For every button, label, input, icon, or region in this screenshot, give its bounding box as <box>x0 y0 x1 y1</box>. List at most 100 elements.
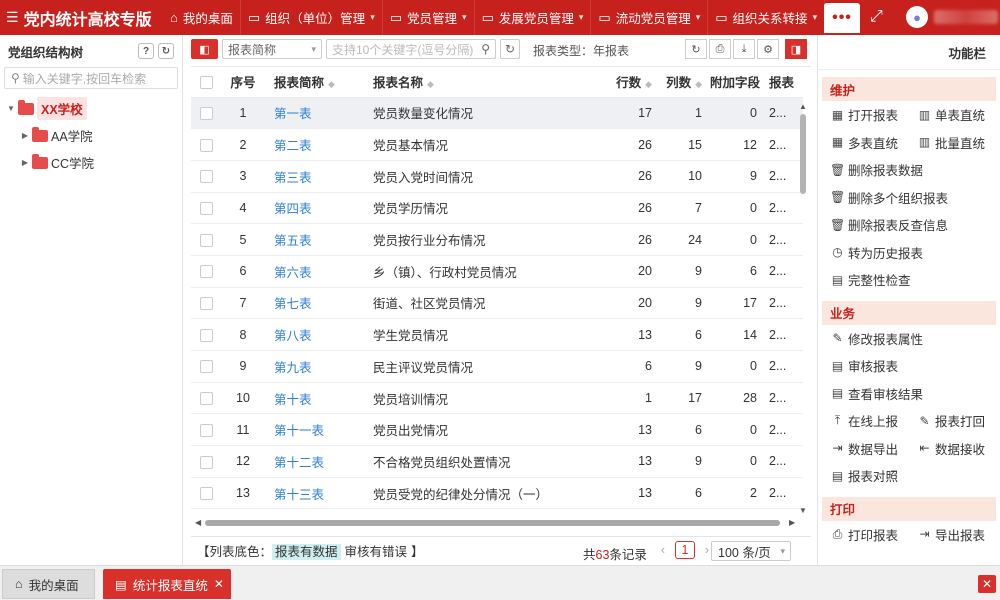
action-import[interactable]: ⇤ 数据接收 <box>909 435 996 463</box>
download-button[interactable]: ⤓ <box>733 39 755 59</box>
caret-down-icon[interactable]: ▼ <box>4 104 18 113</box>
prev-page-icon[interactable]: ‹ <box>655 541 671 559</box>
row-checkbox[interactable] <box>191 192 221 225</box>
row-checkbox[interactable] <box>191 445 221 478</box>
cell-abbr-link[interactable]: 第十三表 <box>265 477 365 510</box>
action-edit[interactable]: ✎ 修改报表属性 <box>822 325 996 353</box>
action-checklist[interactable]: ▤ 完整性检查 <box>822 266 996 294</box>
tab-report-direct-stats[interactable]: ▤ 统计报表直统 ✕ <box>103 569 231 599</box>
scroll-left-icon[interactable]: ◀ <box>195 518 201 527</box>
cell-abbr-link[interactable]: 第七表 <box>265 287 365 320</box>
preview-button[interactable]: ⎙ <box>709 39 731 59</box>
horizontal-scroll-thumb[interactable] <box>205 520 780 526</box>
cell-abbr-link[interactable]: 第五表 <box>265 223 365 256</box>
row-checkbox[interactable] <box>191 413 221 447</box>
cell-abbr-link[interactable]: 第八表 <box>265 318 365 351</box>
action-audit-result[interactable]: ▤ 查看审核结果 <box>822 380 996 408</box>
col-header-cols[interactable]: 列数 ◆ <box>660 67 710 98</box>
collapse-left-button[interactable]: ◧ <box>191 39 218 59</box>
fullscreen-icon[interactable]: ⤢ <box>870 8 883 26</box>
vertical-scrollbar[interactable]: ▲ ▼ <box>799 102 807 526</box>
help-icon[interactable]: ? <box>138 43 154 59</box>
collapse-right-button[interactable]: ◨ <box>785 39 807 59</box>
report-link[interactable]: 第十二表 <box>274 456 324 470</box>
sort-icon[interactable]: ◆ <box>645 79 652 89</box>
row-checkbox[interactable] <box>191 318 221 351</box>
col-header-name[interactable]: 报表名称 ◆ <box>365 67 610 98</box>
table-row[interactable]: 2 第二表 党员基本情况 26 15 12 2... <box>191 128 803 161</box>
action-audit[interactable]: ▤ 审核报表 <box>822 352 996 380</box>
nav-item-org[interactable]: ▭ 组织（单位）管理 ▾ <box>241 0 383 35</box>
tree-node-root[interactable]: ▼ XX学校 <box>0 95 182 122</box>
cell-abbr-link[interactable]: 第十表 <box>265 382 365 415</box>
action-single-stat[interactable]: ▥ 单表直统 <box>909 101 996 129</box>
action-history[interactable]: ◷ 转为历史报表 <box>822 239 996 267</box>
row-checkbox[interactable] <box>191 160 221 193</box>
sort-icon[interactable]: ◆ <box>427 79 434 89</box>
user-menu[interactable]: ● <box>906 6 998 28</box>
table-row[interactable]: 7 第七表 街道、社区党员情况 20 9 17 2... <box>191 287 803 320</box>
report-link[interactable]: 第九表 <box>274 361 312 375</box>
avatar[interactable]: ● <box>906 6 928 28</box>
table-row[interactable]: 11 第十一表 党员出党情况 13 6 0 2... <box>191 413 803 447</box>
select-all-checkbox[interactable] <box>191 67 221 98</box>
action-trash[interactable]: 🗑 删除多个组织报表 <box>822 184 996 212</box>
row-checkbox[interactable] <box>191 350 221 383</box>
settings-button[interactable]: ⚙ <box>757 39 779 59</box>
nav-item-members[interactable]: ▭ 党员管理 ▾ <box>383 0 475 35</box>
report-link[interactable]: 第十表 <box>274 393 312 407</box>
table-row[interactable]: 12 第十二表 不合格党员组织处置情况 13 9 0 2... <box>191 445 803 478</box>
action-multi-table[interactable]: ▦ 多表直统 <box>822 129 909 157</box>
action-upload[interactable]: ⤒ 在线上报 <box>822 407 909 435</box>
row-checkbox[interactable] <box>191 382 221 415</box>
cell-abbr-link[interactable]: 第十一表 <box>265 413 365 447</box>
cell-abbr-link[interactable]: 第九表 <box>265 350 365 383</box>
app-brand[interactable]: ☰ 党内统计高校专版 <box>0 6 163 30</box>
sort-icon[interactable]: ◆ <box>328 79 335 89</box>
nav-item-desktop[interactable]: ⌂ 我的桌面 <box>163 0 241 35</box>
report-link[interactable]: 第十三表 <box>274 488 324 502</box>
refresh-icon[interactable]: ↻ <box>158 43 174 59</box>
col-header-abbr[interactable]: 报表简称 ◆ <box>265 67 365 98</box>
horizontal-scrollbar[interactable]: ◀ ▶ <box>195 518 807 528</box>
report-link[interactable]: 第八表 <box>274 329 312 343</box>
report-link[interactable]: 第五表 <box>274 234 312 248</box>
report-link[interactable]: 第三表 <box>274 171 312 185</box>
nav-item-mobile[interactable]: ▭ 流动党员管理 ▾ <box>591 0 709 35</box>
keyword-search-input[interactable]: 支持10个关键字(逗号分隔) ⚲ <box>326 39 496 59</box>
table-row[interactable]: 9 第九表 民主评议党员情况 6 9 0 2... <box>191 350 803 383</box>
tab-my-desktop[interactable]: ⌂ 我的桌面 <box>2 569 95 599</box>
scroll-down-icon[interactable]: ▼ <box>799 506 807 515</box>
action-export[interactable]: ⇥ 导出报表 <box>909 521 996 549</box>
table-row[interactable]: 4 第四表 党员学历情况 26 7 0 2... <box>191 192 803 225</box>
menu-icon[interactable]: ☰ <box>6 9 19 26</box>
report-link[interactable]: 第七表 <box>274 297 312 311</box>
more-menu-button[interactable]: ••• <box>824 3 860 33</box>
col-header-extra-fields[interactable]: 附加字段 <box>710 67 765 98</box>
row-checkbox[interactable] <box>191 477 221 510</box>
vertical-scroll-thumb[interactable] <box>800 114 806 194</box>
scroll-right-icon[interactable]: ▶ <box>789 518 795 527</box>
table-row[interactable]: 10 第十表 党员培训情况 1 17 28 2... <box>191 382 803 415</box>
row-checkbox[interactable] <box>191 97 221 130</box>
nav-item-transfer[interactable]: ▭ 组织关系转接 ▾ <box>708 0 826 35</box>
tree-node-aa[interactable]: ▶ AA学院 <box>0 122 182 149</box>
action-batch-stat[interactable]: ▥ 批量直统 <box>909 129 996 157</box>
table-row[interactable]: 6 第六表 乡（镇）、行政村党员情况 20 9 6 2... <box>191 255 803 288</box>
table-row[interactable]: 13 第十三表 党员受党的纪律处分情况（一） 13 6 2 2... <box>191 477 803 510</box>
report-link[interactable]: 第一表 <box>274 107 312 121</box>
caret-right-icon[interactable]: ▶ <box>18 158 32 167</box>
cell-abbr-link[interactable]: 第三表 <box>265 160 365 193</box>
report-link[interactable]: 第十一表 <box>274 424 324 438</box>
scroll-up-icon[interactable]: ▲ <box>799 102 807 111</box>
action-print[interactable]: ⎙ 打印报表 <box>822 521 909 549</box>
refresh-button[interactable]: ↻ <box>500 39 520 59</box>
action-compare[interactable]: ▤ 报表对照 <box>822 462 996 490</box>
nav-item-develop[interactable]: ▭ 发展党员管理 ▾ <box>475 0 592 35</box>
action-table[interactable]: ▦ 打开报表 <box>822 101 909 129</box>
current-page[interactable]: 1 <box>675 541 695 559</box>
close-tab-icon[interactable]: ✕ <box>214 577 224 591</box>
field-select[interactable]: 报表简称 ▾ <box>222 39 322 59</box>
row-checkbox[interactable] <box>191 128 221 161</box>
action-export[interactable]: ⇥ 数据导出 <box>822 435 909 463</box>
